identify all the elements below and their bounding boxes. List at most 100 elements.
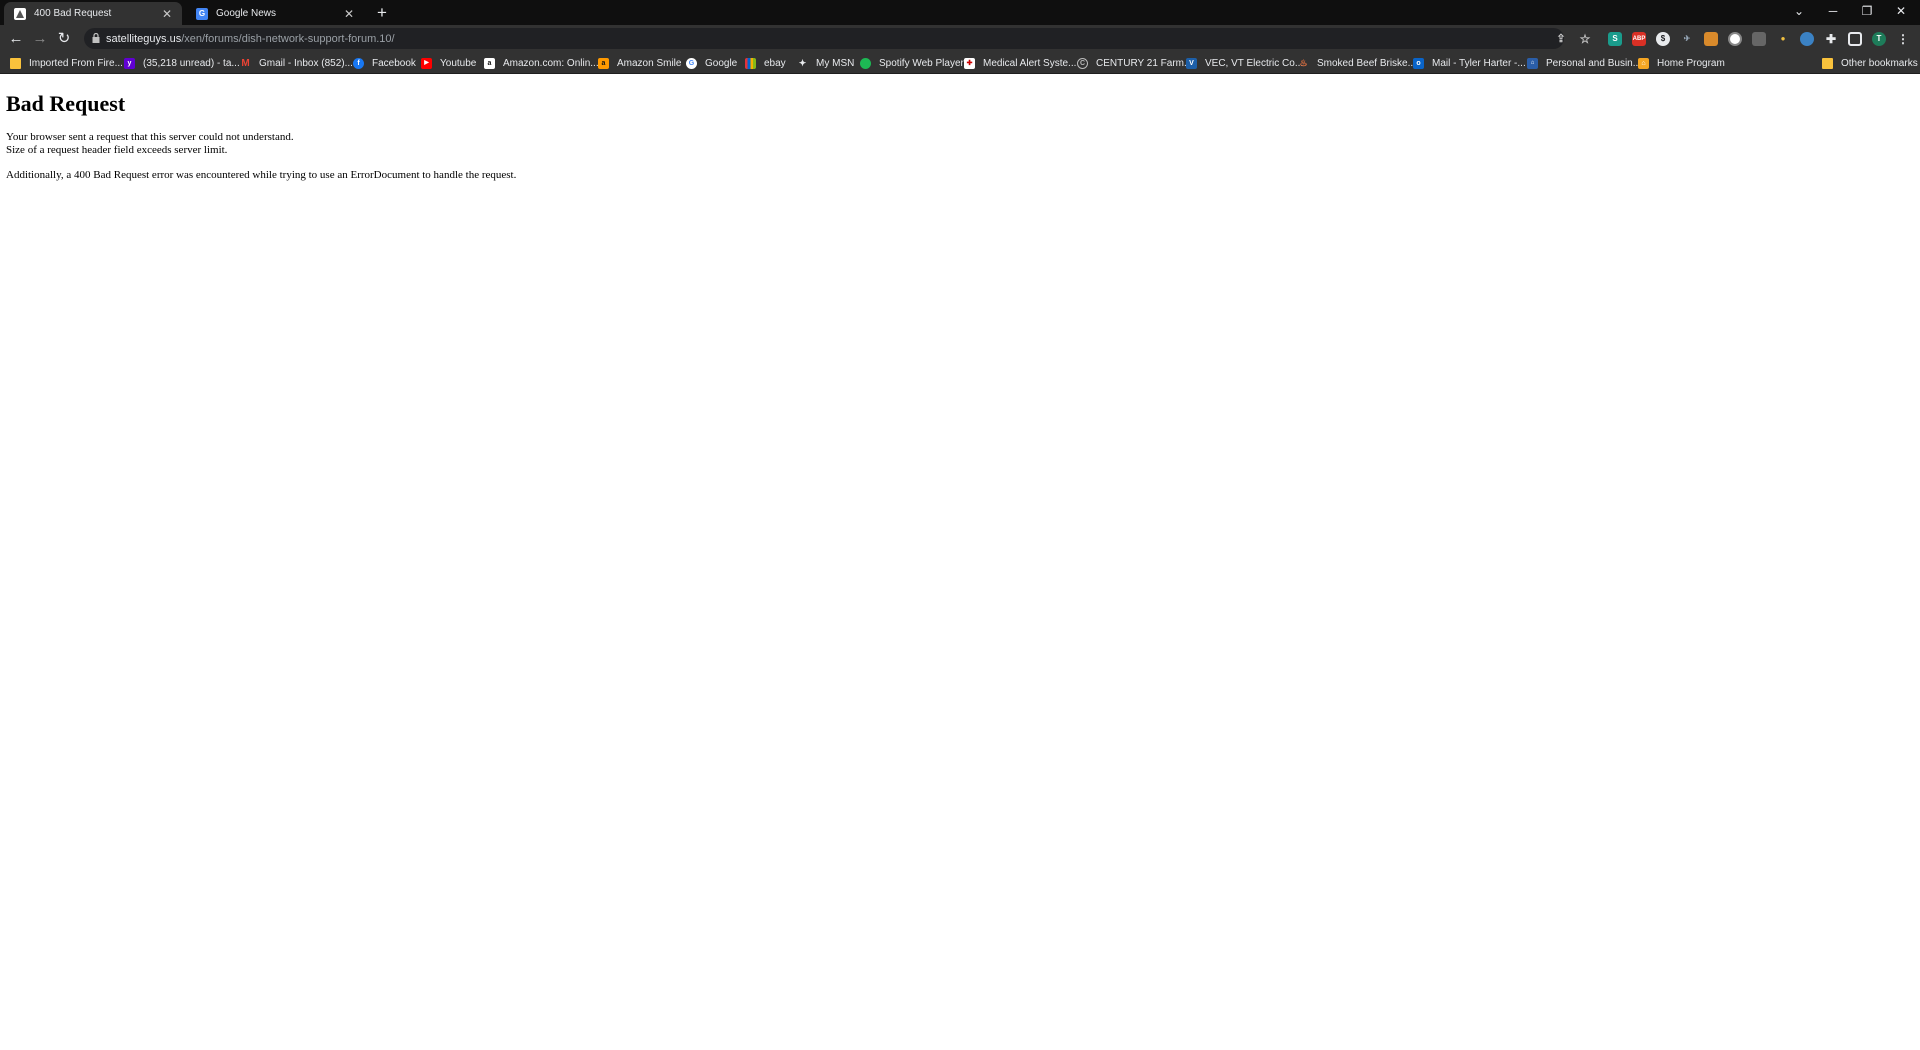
toolbar: ← → ↻ satelliteguys.us /xen/forums/dish-… bbox=[0, 25, 1920, 52]
error-line-2: Size of a request header field exceeds s… bbox=[6, 144, 228, 156]
url-host: satelliteguys.us bbox=[106, 32, 182, 45]
gmail-icon: M bbox=[241, 57, 250, 69]
folder-icon bbox=[10, 57, 21, 69]
address-bar[interactable]: satelliteguys.us /xen/forums/dish-networ… bbox=[84, 28, 1564, 49]
folder-icon bbox=[1822, 57, 1833, 69]
tab-search-icon[interactable]: ⌄ bbox=[1782, 0, 1816, 22]
extensions-puzzle-icon[interactable]: ✚ bbox=[1824, 32, 1838, 46]
bookmark-ebay[interactable]: ebay bbox=[745, 55, 786, 71]
tab-title: 400 Bad Request bbox=[34, 8, 112, 19]
extension-dollar-icon[interactable]: $ bbox=[1656, 32, 1670, 46]
recipe-icon: ♨ bbox=[1299, 57, 1308, 68]
page-content: Bad Request Your browser sent a request … bbox=[0, 75, 1920, 1050]
medical-alert-icon: ✚ bbox=[964, 57, 975, 69]
other-bookmarks-folder[interactable]: Other bookmarks bbox=[1822, 55, 1918, 71]
msn-icon: ✦ bbox=[798, 57, 807, 68]
minimize-icon[interactable]: ─ bbox=[1816, 0, 1850, 22]
tab-bad-request[interactable]: 400 Bad Request ✕ bbox=[4, 2, 182, 25]
bookmark-label: Spotify Web Player bbox=[879, 57, 964, 69]
bookmark-outlook-mail[interactable]: o Mail - Tyler Harter -... bbox=[1413, 55, 1526, 71]
bank-icon: ⌂ bbox=[1527, 57, 1538, 69]
bookmark-amazon[interactable]: a Amazon.com: Onlin... bbox=[484, 55, 599, 71]
bookmark-google[interactable]: G Google bbox=[686, 55, 737, 71]
bookmark-label: Other bookmarks bbox=[1841, 57, 1918, 69]
bookmark-msn[interactable]: ✦ My MSN bbox=[797, 55, 855, 71]
bookmark-medical-alert[interactable]: ✚ Medical Alert Syste... bbox=[964, 55, 1076, 71]
youtube-icon: ▶ bbox=[421, 57, 432, 69]
bookmark-label: VEC, VT Electric Co... bbox=[1205, 57, 1304, 69]
forward-icon[interactable]: → bbox=[30, 29, 50, 49]
menu-kebab-icon[interactable]: ⋮ bbox=[1896, 32, 1910, 46]
reload-icon[interactable]: ↻ bbox=[54, 29, 74, 49]
extension-bell-icon[interactable]: ● bbox=[1776, 32, 1790, 46]
profile-avatar[interactable]: T bbox=[1872, 32, 1886, 46]
amazon-smile-icon: a bbox=[598, 57, 609, 69]
restore-icon[interactable]: ❐ bbox=[1850, 0, 1884, 22]
bookmark-vec[interactable]: V VEC, VT Electric Co... bbox=[1186, 55, 1303, 71]
bookmark-label: Smoked Beef Briske... bbox=[1317, 57, 1416, 69]
bookmark-gmail[interactable]: M Gmail - Inbox (852)... bbox=[240, 55, 353, 71]
back-icon[interactable]: ← bbox=[6, 29, 26, 49]
bookmark-label: Mail - Tyler Harter -... bbox=[1432, 57, 1526, 69]
side-panel-icon[interactable] bbox=[1848, 32, 1862, 46]
lock-icon[interactable] bbox=[92, 32, 100, 45]
bookmark-label: ebay bbox=[764, 57, 786, 69]
close-tab-icon[interactable]: ✕ bbox=[160, 7, 174, 21]
bookmark-label: My MSN bbox=[816, 57, 855, 69]
bookmark-youtube[interactable]: ▶ Youtube bbox=[421, 55, 476, 71]
bookmark-label: Gmail - Inbox (852)... bbox=[259, 57, 353, 69]
bookmark-spotify[interactable]: Spotify Web Player bbox=[860, 55, 964, 71]
bookmark-label: Home Program bbox=[1657, 57, 1725, 69]
bookmark-century21[interactable]: C CENTURY 21 Farm... bbox=[1077, 55, 1192, 71]
bookmark-label: Amazon.com: Onlin... bbox=[503, 57, 599, 69]
bookmark-amazon-smile[interactable]: a Amazon Smile bbox=[598, 55, 681, 71]
error-line-1: Your browser sent a request that this se… bbox=[6, 131, 294, 143]
google-icon: G bbox=[686, 57, 697, 69]
new-tab-button[interactable]: + bbox=[373, 4, 391, 22]
extension-grey-icon[interactable] bbox=[1752, 32, 1766, 46]
extension-badge-icon[interactable] bbox=[1800, 32, 1814, 46]
error-message: Your browser sent a request that this se… bbox=[6, 131, 1914, 157]
bookmark-facebook[interactable]: f Facebook bbox=[353, 55, 416, 71]
url-path: /xen/forums/dish-network-support-forum.1… bbox=[181, 32, 395, 45]
bookmark-home-program[interactable]: ⌂ Home Program bbox=[1638, 55, 1725, 71]
extension-orange-icon[interactable] bbox=[1704, 32, 1718, 46]
extension-circle-icon[interactable] bbox=[1728, 32, 1742, 46]
page-title: Bad Request bbox=[6, 91, 126, 116]
extension-s-icon[interactable]: S bbox=[1608, 32, 1622, 46]
close-tab-icon[interactable]: ✕ bbox=[342, 7, 356, 21]
bookmark-label: Amazon Smile bbox=[617, 57, 682, 69]
bookmark-star-icon[interactable]: ☆ bbox=[1578, 32, 1592, 46]
vec-icon: V bbox=[1186, 57, 1197, 69]
tab-google-news[interactable]: G Google News ✕ bbox=[186, 2, 364, 25]
bookmark-label: (35,218 unread) - ta... bbox=[143, 57, 240, 69]
extension-plane-icon[interactable]: ✈ bbox=[1680, 32, 1694, 46]
tab-title: Google News bbox=[216, 8, 277, 19]
share-icon[interactable]: ⇪ bbox=[1554, 32, 1568, 46]
amazon-icon: a bbox=[484, 57, 495, 69]
close-window-icon[interactable]: ✕ bbox=[1884, 0, 1918, 22]
error-document-note: Additionally, a 400 Bad Request error wa… bbox=[6, 169, 517, 181]
adblock-plus-icon[interactable]: ABP bbox=[1632, 32, 1646, 46]
outlook-icon: o bbox=[1413, 57, 1424, 69]
bookmark-imported-folder[interactable]: Imported From Fire... bbox=[10, 55, 123, 71]
bookmarks-bar: Imported From Fire... y (35,218 unread) … bbox=[0, 52, 1920, 74]
satelliteguys-favicon-icon bbox=[14, 7, 26, 20]
century21-icon: C bbox=[1077, 57, 1088, 69]
yahoo-mail-icon: y bbox=[124, 57, 135, 69]
bookmark-label: Google bbox=[705, 57, 738, 69]
bookmark-personal-business[interactable]: ⌂ Personal and Busin... bbox=[1527, 55, 1641, 71]
home-program-icon: ⌂ bbox=[1638, 57, 1649, 69]
ebay-icon bbox=[745, 57, 756, 69]
bookmark-label: Imported From Fire... bbox=[29, 57, 123, 69]
bookmark-label: Medical Alert Syste... bbox=[983, 57, 1077, 69]
bookmark-label: CENTURY 21 Farm... bbox=[1096, 57, 1193, 69]
bookmark-label: Facebook bbox=[372, 57, 416, 69]
spotify-icon bbox=[860, 57, 871, 69]
google-news-icon: G bbox=[196, 7, 208, 20]
tab-strip: 400 Bad Request ✕ G Google News ✕ + ⌄ ─ … bbox=[0, 0, 1920, 25]
facebook-icon: f bbox=[353, 57, 364, 69]
bookmark-yahoo-mail[interactable]: y (35,218 unread) - ta... bbox=[124, 55, 240, 71]
bookmark-smoked-brisket[interactable]: ♨ Smoked Beef Briske... bbox=[1298, 55, 1416, 71]
bookmark-label: Youtube bbox=[440, 57, 477, 69]
